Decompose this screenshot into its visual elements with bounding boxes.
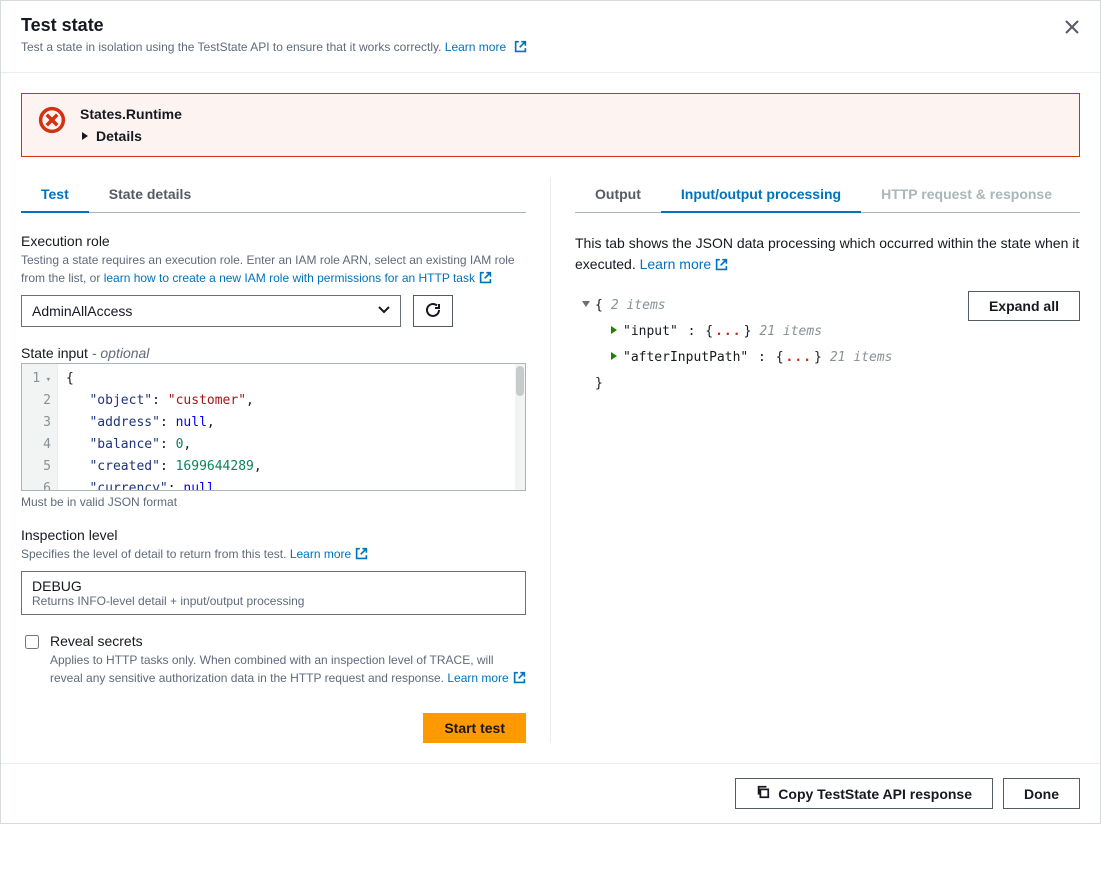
json-viewer: Expand all { 2 items "input" : {...} 21 … [575, 293, 1080, 397]
chevron-right-icon[interactable] [607, 345, 621, 371]
tab-http: HTTP request & response [861, 177, 1072, 213]
modal-header: Test state Test a state in isolation usi… [1, 1, 1100, 73]
expand-all-button[interactable]: Expand all [968, 291, 1080, 321]
external-link-icon [513, 671, 526, 689]
alert-details-toggle[interactable]: Details [80, 128, 1063, 144]
exec-role-select[interactable]: AdminAllAccess [21, 295, 401, 327]
editor-code[interactable]: { "object": "customer", "address": null,… [58, 364, 525, 490]
external-link-icon [514, 40, 527, 56]
chevron-down-icon[interactable] [579, 293, 593, 319]
chevron-right-icon [80, 128, 90, 144]
external-link-icon [479, 271, 492, 289]
modal-subtitle: Test a state in isolation using the Test… [21, 40, 1080, 56]
external-link-icon [355, 547, 368, 565]
alert-title: States.Runtime [80, 106, 1063, 122]
left-tabs: Test State details [21, 177, 526, 213]
right-desc: This tab shows the JSON data processing … [575, 233, 1080, 277]
reveal-secrets-label: Reveal secrets [50, 633, 526, 649]
tab-state-details[interactable]: State details [89, 177, 211, 213]
state-input-helper: Must be in valid JSON format [21, 495, 526, 509]
header-learn-more-link[interactable]: Learn more [445, 40, 527, 54]
tab-output[interactable]: Output [575, 177, 661, 213]
refresh-icon [425, 302, 441, 321]
external-link-icon [715, 256, 728, 277]
state-input-editor[interactable]: 1 2 3 4 5 6 { "object": "customer", "add… [21, 363, 526, 491]
json-key-afterinputpath[interactable]: "afterInputPath" : {...} 21 items [579, 345, 1080, 371]
test-state-modal: Test state Test a state in isolation usi… [0, 0, 1101, 824]
editor-gutter: 1 2 3 4 5 6 [22, 364, 58, 490]
error-icon [38, 106, 66, 137]
modal-title: Test state [21, 15, 1080, 36]
state-input-label: State input - optional [21, 345, 526, 361]
reveal-secrets-checkbox[interactable] [25, 635, 39, 649]
json-root-close: · } [579, 371, 1080, 397]
tab-test[interactable]: Test [21, 177, 89, 213]
exec-role-label: Execution role [21, 233, 526, 249]
chevron-right-icon[interactable] [607, 319, 621, 345]
reveal-secrets-row: Reveal secrets Applies to HTTP tasks onl… [21, 633, 526, 689]
reveal-secrets-desc: Applies to HTTP tasks only. When combine… [50, 651, 526, 689]
inspection-label: Inspection level [21, 527, 526, 543]
right-tabs: Output Input/output processing HTTP requ… [575, 177, 1080, 213]
right-learn-more-link[interactable]: Learn more [640, 256, 729, 272]
close-icon [1064, 23, 1080, 38]
exec-role-desc: Testing a state requires an execution ro… [21, 251, 526, 289]
reveal-learn-more-link[interactable]: Learn more [447, 671, 525, 685]
copy-response-button[interactable]: Copy TestState API response [735, 778, 993, 809]
editor-scrollbar[interactable] [515, 364, 525, 490]
inspection-desc: Specifies the level of detail to return … [21, 545, 526, 565]
copy-icon [756, 785, 770, 802]
refresh-button[interactable] [413, 295, 453, 327]
exec-role-desc-link[interactable]: learn how to create a new IAM role with … [104, 271, 492, 285]
tab-io-processing[interactable]: Input/output processing [661, 177, 861, 213]
json-key-input[interactable]: "input" : {...} 21 items [579, 319, 1080, 345]
error-alert: States.Runtime Details [21, 93, 1080, 157]
done-button[interactable]: Done [1003, 778, 1080, 809]
inspection-learn-more-link[interactable]: Learn more [290, 547, 368, 561]
close-button[interactable] [1060, 15, 1084, 42]
chevron-down-icon [378, 303, 390, 319]
modal-footer: Copy TestState API response Done [1, 763, 1100, 823]
inspection-select[interactable]: DEBUG Returns INFO-level detail + input/… [21, 571, 526, 615]
start-test-button[interactable]: Start test [423, 713, 526, 743]
